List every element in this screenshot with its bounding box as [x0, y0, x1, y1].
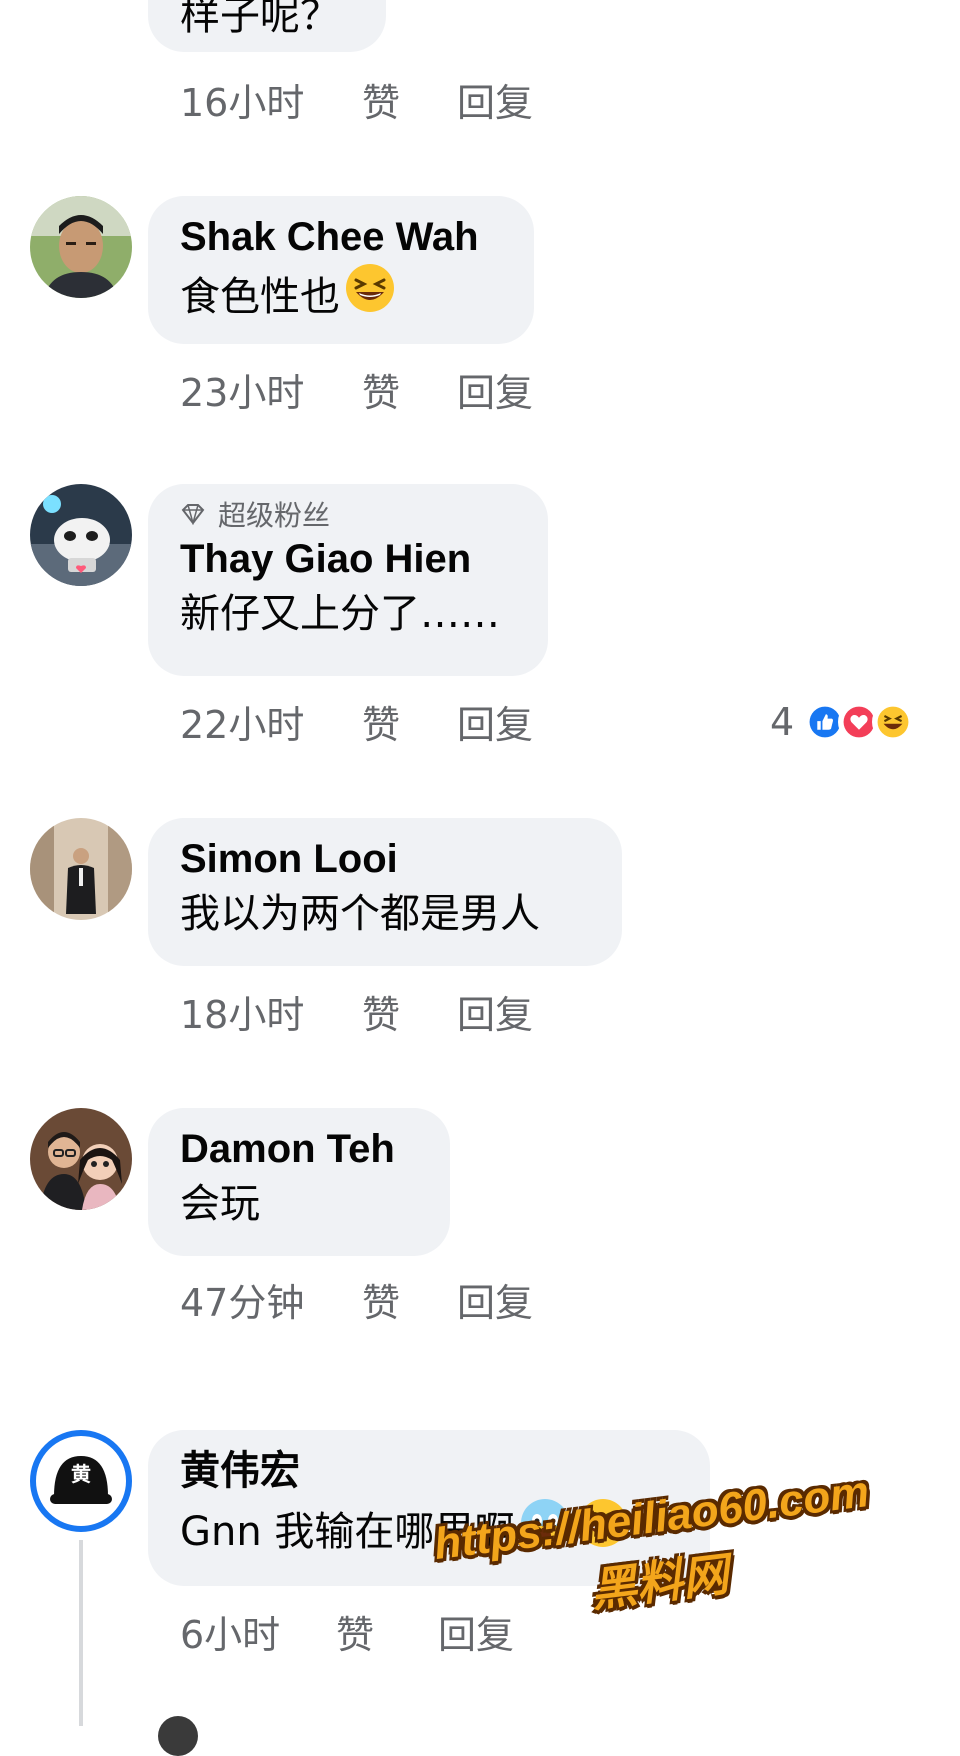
comment-text-content: Gnn 我输在哪里啊 — [180, 1508, 515, 1555]
avatar-glyph: 黄 — [71, 1462, 91, 1486]
reply-button[interactable]: 回复 — [438, 1604, 514, 1659]
comment-text-content: 食色性也 — [180, 273, 340, 320]
comment-time: 18小时 — [180, 993, 305, 1037]
reaction-count: 4 — [770, 700, 795, 744]
reply-button[interactable]: 回复 — [457, 362, 533, 417]
reply-thread-line — [79, 1540, 83, 1726]
screaming-emoji-icon — [518, 1496, 572, 1567]
reply-button[interactable]: 回复 — [457, 694, 533, 749]
like-button[interactable]: 赞 — [362, 362, 400, 417]
reply-button[interactable]: 回复 — [457, 1272, 533, 1327]
comment-author[interactable]: 黄伟宏 — [180, 1446, 678, 1496]
like-button[interactable]: 赞 — [362, 694, 400, 749]
haha-reaction-icon — [872, 701, 915, 743]
comment-bubble: 黄伟宏 Gnn 我输在哪里啊 — [148, 1430, 710, 1586]
badge-label: 超级粉丝 — [218, 499, 331, 532]
avatar[interactable]: 黄 — [30, 1430, 132, 1532]
comment-time: 47分钟 — [180, 1281, 305, 1325]
comment-text: 新仔又上分了…… — [180, 591, 500, 637]
like-button[interactable]: 赞 — [362, 1272, 400, 1327]
comment-text: 会玩 — [180, 1181, 260, 1227]
comment-author[interactable]: Damon Teh — [180, 1124, 418, 1174]
laughing-emoji-icon — [344, 262, 396, 331]
avatar[interactable] — [30, 818, 132, 920]
comment-time: 22小时 — [180, 703, 305, 747]
comment-time: 16小时 — [180, 81, 305, 125]
avatar[interactable] — [158, 1716, 198, 1756]
comment-text: Gnn 我输在哪里啊 — [180, 1496, 678, 1567]
like-button[interactable]: 赞 — [362, 72, 400, 127]
avatar[interactable] — [30, 196, 132, 298]
comment-bubble: Shak Chee Wah 食色性也 — [148, 196, 534, 344]
comment-text: 样子呢？ — [180, 0, 340, 39]
comment-author[interactable]: Simon Looi — [180, 834, 590, 884]
comment-bubble: Damon Teh 会玩 — [148, 1108, 450, 1256]
like-button[interactable]: 赞 — [336, 1604, 374, 1659]
top-fan-badge: 超级粉丝 — [180, 498, 516, 534]
comment-time: 23小时 — [180, 371, 305, 415]
comment-text: 我以为两个都是男人 — [180, 891, 540, 937]
comment-text: 食色性也 — [180, 262, 502, 331]
comment-author[interactable]: Shak Chee Wah — [180, 212, 502, 262]
diamond-icon — [180, 498, 206, 534]
avatar[interactable] — [30, 1108, 132, 1210]
comment-bubble: 超级粉丝 Thay Giao Hien 新仔又上分了…… — [148, 484, 548, 676]
comment-author[interactable]: Thay Giao Hien — [180, 534, 516, 584]
avatar[interactable] — [30, 484, 132, 586]
reply-button[interactable]: 回复 — [457, 984, 533, 1039]
comment-bubble: Simon Looi 我以为两个都是男人 — [148, 818, 622, 966]
crying-laughing-emoji-icon — [576, 1496, 630, 1567]
reaction-summary[interactable]: 4 — [770, 700, 915, 744]
comment-bubble: 样子呢？ — [148, 0, 386, 52]
comment-time: 6小时 — [180, 1613, 281, 1657]
like-button[interactable]: 赞 — [362, 984, 400, 1039]
reply-button[interactable]: 回复 — [457, 72, 533, 127]
